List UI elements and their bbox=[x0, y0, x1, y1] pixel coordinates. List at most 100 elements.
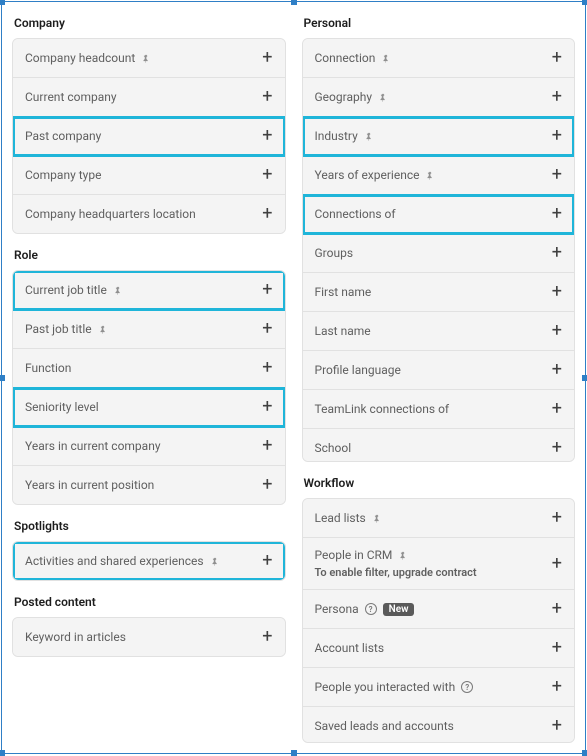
filter-row[interactable]: Seniority level+ bbox=[13, 388, 285, 427]
add-icon[interactable]: + bbox=[552, 400, 562, 418]
add-icon[interactable]: + bbox=[262, 398, 272, 416]
pin-icon bbox=[210, 556, 220, 566]
filter-row[interactable]: Industry+ bbox=[303, 117, 575, 156]
filter-row[interactable]: Current job title+ bbox=[13, 271, 285, 310]
filter-row[interactable]: Groups+ bbox=[303, 234, 575, 273]
add-icon[interactable]: + bbox=[552, 439, 562, 457]
filter-row[interactable]: Past job title+ bbox=[13, 310, 285, 349]
filter-row-left: Company headquarters location bbox=[25, 207, 262, 221]
selection-handle[interactable] bbox=[0, 0, 5, 5]
filter-row[interactable]: Past company+ bbox=[13, 117, 285, 156]
add-icon[interactable]: + bbox=[552, 678, 562, 696]
add-icon[interactable]: + bbox=[552, 127, 562, 145]
add-icon[interactable]: + bbox=[262, 437, 272, 455]
add-icon[interactable]: + bbox=[262, 205, 272, 223]
left-column: Company Company headcount+Current compan… bbox=[12, 16, 286, 743]
filter-row-left: School bbox=[315, 441, 552, 455]
filter-row[interactable]: Connection + bbox=[303, 39, 575, 78]
filter-row[interactable]: Account lists+ bbox=[303, 629, 575, 668]
filter-row[interactable]: Last name+ bbox=[303, 312, 575, 351]
filter-row[interactable]: Persona?New+ bbox=[303, 590, 575, 629]
add-icon[interactable]: + bbox=[552, 283, 562, 301]
filter-row[interactable]: Function + bbox=[13, 349, 285, 388]
filter-row[interactable]: Keyword in articles+ bbox=[13, 618, 285, 656]
filter-row[interactable]: Lead lists+ bbox=[303, 499, 575, 538]
add-icon[interactable]: + bbox=[552, 88, 562, 106]
filter-label: Years in current company bbox=[25, 439, 161, 453]
filter-row[interactable]: Connections of+ bbox=[303, 195, 575, 234]
filter-row[interactable]: People you interacted with?+ bbox=[303, 668, 575, 707]
filter-label: Activities and shared experiences bbox=[25, 554, 204, 568]
filter-row-left: Account lists bbox=[315, 641, 552, 655]
filter-label: School bbox=[315, 441, 352, 455]
add-icon[interactable]: + bbox=[552, 166, 562, 184]
group-spotlights: Activities and shared experiences + bbox=[12, 541, 286, 581]
add-icon[interactable]: + bbox=[552, 717, 562, 735]
filter-panel: Company Company headcount+Current compan… bbox=[1, 1, 586, 754]
selection-handle[interactable] bbox=[582, 0, 587, 5]
filter-row[interactable]: Activities and shared experiences + bbox=[13, 542, 285, 580]
filter-row-left: Activities and shared experiences bbox=[25, 554, 262, 568]
filter-row[interactable]: First name+ bbox=[303, 273, 575, 312]
filter-row[interactable]: Saved leads and accounts+ bbox=[303, 707, 575, 743]
group-personal: Connection+Geography+Industry+Years of e… bbox=[302, 38, 576, 462]
filter-row[interactable]: Current company + bbox=[13, 78, 285, 117]
add-icon[interactable]: + bbox=[262, 628, 272, 646]
filter-row-left: Current company bbox=[25, 90, 262, 104]
pin-icon bbox=[113, 285, 123, 295]
add-icon[interactable]: + bbox=[552, 205, 562, 223]
filter-row[interactable]: Years of experience+ bbox=[303, 156, 575, 195]
filter-row-left: TeamLink connections of bbox=[315, 402, 552, 416]
filter-row-left: Company type bbox=[25, 168, 262, 182]
add-icon[interactable]: + bbox=[552, 509, 562, 527]
filter-row[interactable]: Company headcount+ bbox=[13, 39, 285, 78]
group-role: Current job title+Past job title+Functio… bbox=[12, 270, 286, 505]
filter-label: TeamLink connections of bbox=[315, 402, 450, 416]
new-badge: New bbox=[383, 603, 415, 616]
add-icon[interactable]: + bbox=[262, 127, 272, 145]
filter-row-left: Saved leads and accounts bbox=[315, 719, 552, 733]
add-icon[interactable]: + bbox=[262, 166, 272, 184]
add-icon[interactable]: + bbox=[552, 555, 562, 573]
add-icon[interactable]: + bbox=[552, 600, 562, 618]
filter-label: Profile language bbox=[315, 363, 401, 377]
add-icon[interactable]: + bbox=[262, 359, 272, 377]
filter-row[interactable]: Company headquarters location+ bbox=[13, 195, 285, 233]
filter-label: Current company bbox=[25, 90, 117, 104]
filter-label: Connection bbox=[315, 51, 376, 65]
add-icon[interactable]: + bbox=[262, 552, 272, 570]
add-icon[interactable]: + bbox=[262, 281, 272, 299]
add-icon[interactable]: + bbox=[262, 476, 272, 494]
filter-row-left: First name bbox=[315, 285, 552, 299]
filter-row-left: Last name bbox=[315, 324, 552, 338]
filter-row[interactable]: Years in current position+ bbox=[13, 466, 285, 504]
selection-handle[interactable] bbox=[0, 375, 5, 381]
add-icon[interactable]: + bbox=[262, 49, 272, 67]
selection-handle[interactable] bbox=[291, 750, 297, 756]
filter-row[interactable]: Geography+ bbox=[303, 78, 575, 117]
help-icon[interactable]: ? bbox=[365, 603, 377, 615]
section-title-spotlights: Spotlights bbox=[14, 519, 286, 533]
filter-row[interactable]: Profile language + bbox=[303, 351, 575, 390]
selection-handle[interactable] bbox=[582, 375, 587, 381]
add-icon[interactable]: + bbox=[262, 88, 272, 106]
filter-label: Function bbox=[25, 361, 71, 375]
pin-icon bbox=[398, 550, 408, 560]
filter-row[interactable]: TeamLink connections of + bbox=[303, 390, 575, 429]
help-icon[interactable]: ? bbox=[461, 681, 473, 693]
filter-row[interactable]: Company type+ bbox=[13, 156, 285, 195]
selection-handle[interactable] bbox=[582, 750, 587, 756]
add-icon[interactable]: + bbox=[552, 639, 562, 657]
add-icon[interactable]: + bbox=[552, 322, 562, 340]
selection-handle[interactable] bbox=[0, 750, 5, 756]
add-icon[interactable]: + bbox=[262, 320, 272, 338]
filter-row[interactable]: People in CRMTo enable filter, upgrade c… bbox=[303, 538, 575, 590]
filter-row[interactable]: School + bbox=[303, 429, 575, 462]
add-icon[interactable]: + bbox=[552, 49, 562, 67]
selection-handle[interactable] bbox=[291, 0, 297, 5]
filter-row-left: Profile language bbox=[315, 363, 552, 377]
filter-row-left: Keyword in articles bbox=[25, 630, 262, 644]
add-icon[interactable]: + bbox=[552, 244, 562, 262]
add-icon[interactable]: + bbox=[552, 361, 562, 379]
filter-row[interactable]: Years in current company + bbox=[13, 427, 285, 466]
